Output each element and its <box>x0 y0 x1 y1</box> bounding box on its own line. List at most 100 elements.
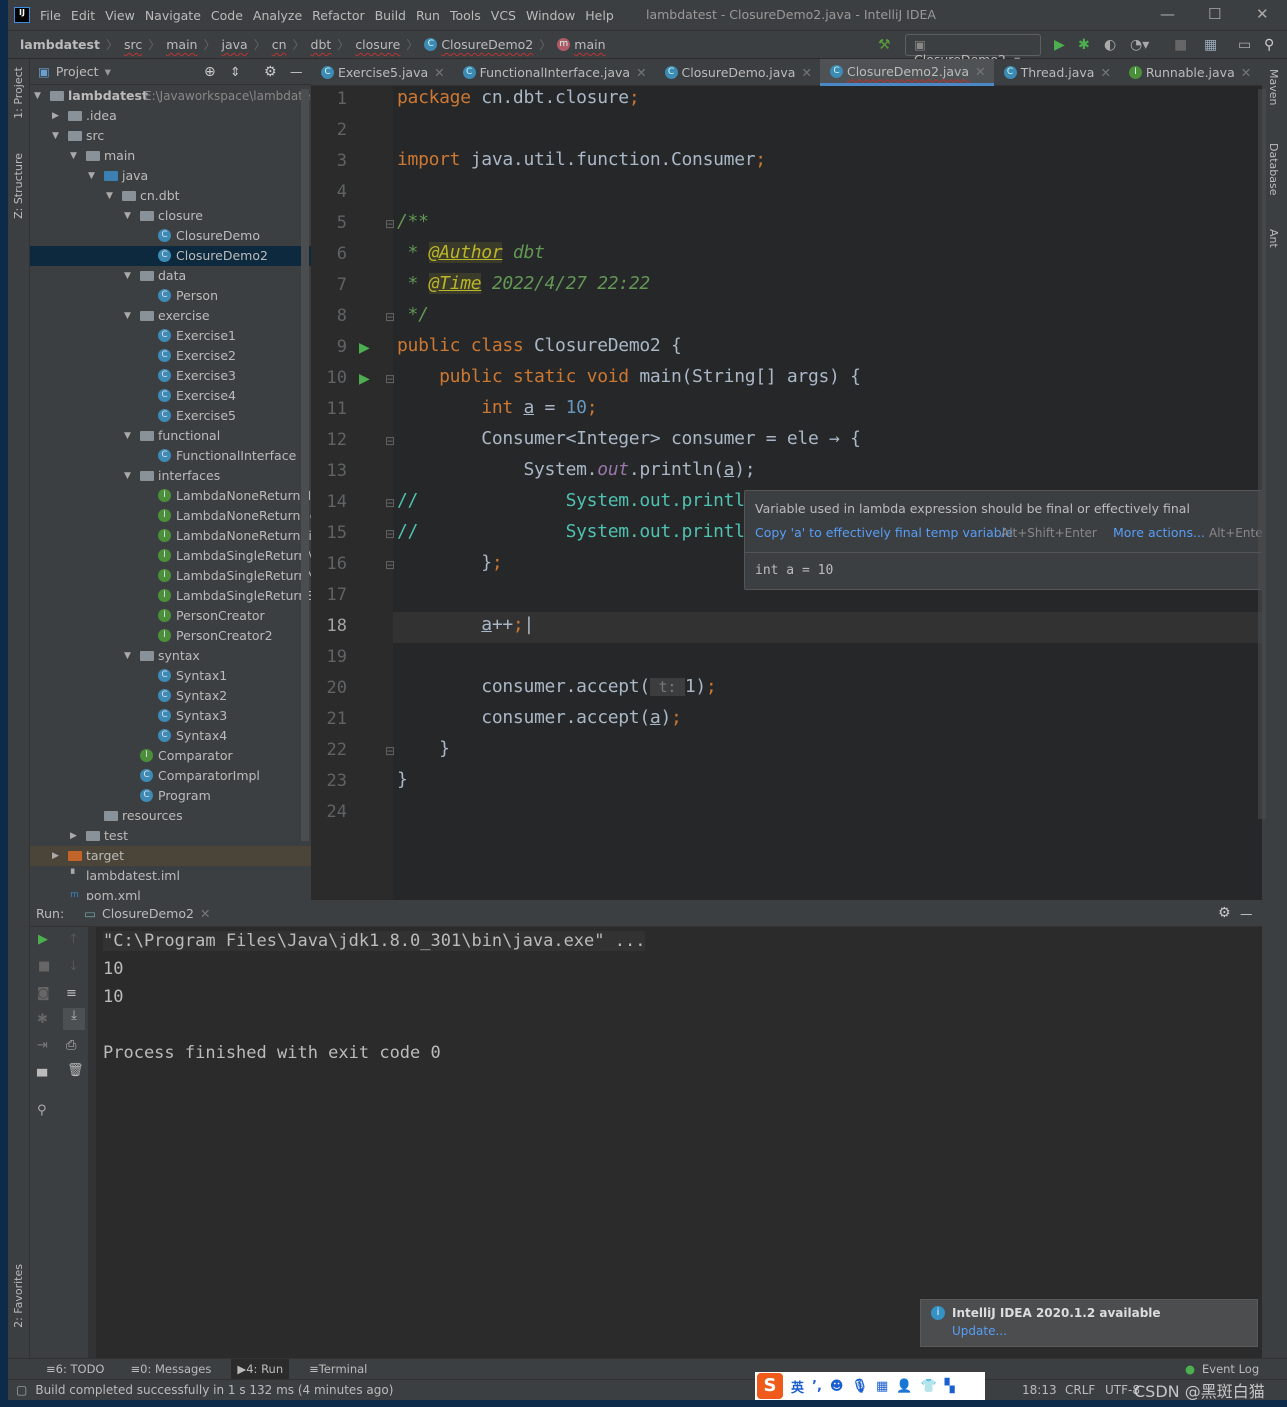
tree-item[interactable]: ▼ java <box>30 166 311 186</box>
close-tab-icon[interactable]: ✕ <box>1241 65 1251 80</box>
expanded-arrow-icon[interactable]: ▼ <box>34 86 41 106</box>
menu-help[interactable]: Help <box>585 8 614 23</box>
menu-file[interactable]: File <box>40 8 61 23</box>
tree-item[interactable]: C Syntax2 <box>30 686 311 706</box>
code-line[interactable]: import java.util.function.Consumer; <box>397 149 766 170</box>
code-line[interactable]: /** <box>397 211 429 232</box>
breadcrumb-item[interactable]: main <box>166 37 197 52</box>
tree-item[interactable]: I LambdaSingleReturnNo <box>30 566 311 586</box>
down-arrow-icon[interactable]: ↓ <box>68 959 79 974</box>
breadcrumb-item[interactable]: ClosureDemo2 <box>441 37 533 52</box>
ant-tool-button[interactable]: Ant <box>1267 229 1280 248</box>
tab-thread-java[interactable]: C Thread.java ✕ <box>994 59 1119 86</box>
copy-to-final-variable-link[interactable]: Copy 'a' to effectively final temp varia… <box>755 525 1013 540</box>
tree-item[interactable]: ▶ .idea <box>30 106 311 126</box>
tool-tab-0-messages[interactable]: ≡ 0: Messages <box>124 1359 217 1380</box>
code-line[interactable]: package cn.dbt.closure; <box>397 87 640 108</box>
breadcrumb-item[interactable]: src <box>124 37 142 52</box>
project-scrollbar[interactable] <box>301 89 309 841</box>
tree-item[interactable]: resources <box>30 806 311 826</box>
code-line[interactable]: consumer.accept(a); <box>397 707 682 728</box>
event-log-button[interactable]: Event Log <box>1202 1362 1259 1376</box>
code-line[interactable]: }; <box>397 552 502 573</box>
hide-icon[interactable]: — <box>290 64 303 79</box>
rerun-icon[interactable]: ▶ <box>38 932 48 947</box>
code-line[interactable]: } <box>397 769 408 790</box>
tree-item[interactable]: ▼ cn.dbt <box>30 186 311 206</box>
menu-navigate[interactable]: Navigate <box>145 8 201 23</box>
tool-tab-terminal[interactable]: ≡ Terminal <box>303 1359 373 1380</box>
collapsed-arrow-icon[interactable]: ▶ <box>70 826 77 846</box>
tab-functionalinterface-java[interactable]: C FunctionalInterface.java ✕ <box>453 59 655 86</box>
skin-icon[interactable]: 👕 <box>920 1379 936 1394</box>
code-line[interactable]: // System.out.printl <box>397 521 745 542</box>
tree-item[interactable]: C ClosureDemo2 <box>30 246 311 266</box>
project-tool-button[interactable]: 1: Project <box>12 67 25 119</box>
locate-icon[interactable]: ⊕ <box>204 64 216 80</box>
tree-item[interactable]: C Exercise4 <box>30 386 311 406</box>
close-tab-icon[interactable]: ✕ <box>801 65 811 80</box>
scroll-to-end-icon[interactable]: ⤓ <box>63 1008 85 1030</box>
tree-item[interactable]: I LambdaNoneReturnSin <box>30 526 311 546</box>
editor-scrollbar[interactable] <box>1258 89 1266 819</box>
code-line[interactable]: System.out.println(a); <box>397 459 755 480</box>
expanded-arrow-icon[interactable]: ▼ <box>124 306 131 326</box>
tree-item[interactable]: I PersonCreator2 <box>30 626 311 646</box>
breadcrumb-item[interactable]: closure <box>355 37 400 52</box>
tree-item[interactable]: C Program <box>30 786 311 806</box>
minimize-button[interactable]: — <box>1160 5 1175 23</box>
structure-tool-button[interactable]: Z: Structure <box>12 153 25 219</box>
tree-item[interactable]: C Syntax4 <box>30 726 311 746</box>
tree-item[interactable]: ▶ target <box>30 846 311 866</box>
tree-item[interactable]: C Syntax3 <box>30 706 311 726</box>
user-icon[interactable]: 👤 <box>896 1379 912 1394</box>
menu-tools[interactable]: Tools <box>450 8 481 23</box>
caret-position[interactable]: 18:13 <box>1022 1383 1057 1397</box>
hide-icon[interactable]: — <box>1240 906 1253 921</box>
punctuation-icon[interactable]: ’, <box>812 1379 822 1394</box>
apps-icon[interactable]: ▚ <box>945 1379 955 1394</box>
pin-icon[interactable]: ⚲ <box>37 1103 47 1118</box>
profile-icon[interactable]: ◔▾ <box>1130 37 1149 53</box>
tree-item[interactable]: ▼ interfaces <box>30 466 311 486</box>
fold-icon[interactable]: ⊟ <box>385 310 395 324</box>
gear-icon[interactable]: ⚙ <box>264 64 277 80</box>
tree-item[interactable]: C Exercise1 <box>30 326 311 346</box>
collapse-all-icon[interactable]: ⇕ <box>230 64 240 79</box>
expanded-arrow-icon[interactable]: ▼ <box>124 646 131 666</box>
collapsed-arrow-icon[interactable]: ▶ <box>52 846 59 866</box>
tree-item[interactable]: I LambdaNoneReturnMu <box>30 486 311 506</box>
trash-icon[interactable]: 🗑 <box>67 1063 84 1078</box>
expanded-arrow-icon[interactable]: ▼ <box>124 426 131 446</box>
tree-item[interactable]: m pom.xml <box>30 886 311 900</box>
collapsed-arrow-icon[interactable]: ▶ <box>52 106 59 126</box>
microphone-icon[interactable]: 🎙 <box>851 1379 868 1394</box>
code-line[interactable]: consumer.accept( t: 1); <box>397 676 716 697</box>
code-line[interactable]: * @Author dbt <box>397 242 545 263</box>
menu-code[interactable]: Code <box>211 8 243 23</box>
run-gutter-icon[interactable]: ▶ <box>359 371 370 387</box>
expanded-arrow-icon[interactable]: ▼ <box>70 146 77 166</box>
expanded-arrow-icon[interactable]: ▼ <box>124 206 131 226</box>
tree-item[interactable]: C ClosureDemo <box>30 226 311 246</box>
update-link[interactable]: Update... <box>952 1324 1007 1338</box>
expanded-arrow-icon[interactable]: ▼ <box>106 186 113 206</box>
code-line[interactable]: */ <box>397 304 429 325</box>
tree-item[interactable]: ▶ test <box>30 826 311 846</box>
code-line[interactable]: Consumer<Integer> consumer = ele → { <box>397 428 861 449</box>
tree-item[interactable]: C Exercise5 <box>30 406 311 426</box>
fold-icon[interactable]: ⊟ <box>385 527 395 541</box>
project-structure-icon[interactable]: ▦ <box>1204 37 1217 53</box>
up-arrow-icon[interactable]: ↑ <box>68 932 79 947</box>
tab-runnable-java[interactable]: I Runnable.java ✕ <box>1119 59 1259 86</box>
breadcrumb-item[interactable]: lambdatest <box>20 37 100 52</box>
fold-icon[interactable]: ⊟ <box>385 217 395 231</box>
maximize-button[interactable]: ☐ <box>1208 5 1221 23</box>
fold-icon[interactable]: ⊟ <box>385 744 395 758</box>
breadcrumb-item[interactable]: dbt <box>311 37 332 52</box>
more-actions-link[interactable]: More actions... <box>1113 525 1205 540</box>
keyboard-icon[interactable]: ▦ <box>876 1379 888 1394</box>
menu-refactor[interactable]: Refactor <box>312 8 364 23</box>
close-tab-icon[interactable]: ✕ <box>975 64 985 79</box>
close-tab-icon[interactable]: ✕ <box>636 65 646 80</box>
